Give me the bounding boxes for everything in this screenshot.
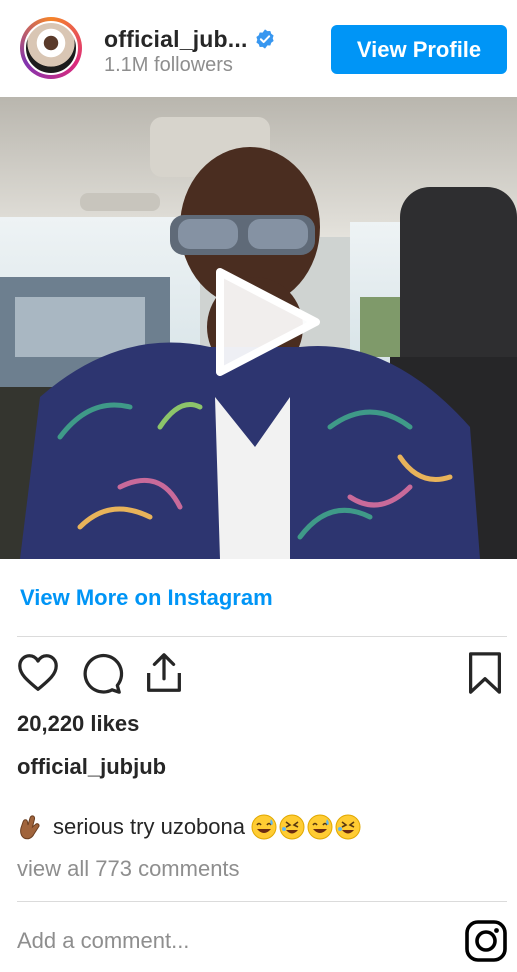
post-caption: serious try uzobona (17, 814, 363, 840)
avatar[interactable] (20, 17, 82, 79)
caption-text: serious try uzobona (53, 814, 245, 839)
play-icon[interactable] (212, 266, 324, 378)
grinning-sweat-emoji (251, 814, 277, 840)
bookmark-icon[interactable] (462, 650, 508, 696)
view-profile-button[interactable]: View Profile (331, 25, 507, 74)
rofl-emoji (335, 814, 361, 840)
add-comment-input[interactable]: Add a comment... (17, 928, 189, 954)
grinning-sweat-emoji (307, 814, 333, 840)
follower-count: 1.1M followers (104, 54, 233, 76)
share-icon[interactable] (141, 650, 187, 696)
view-all-comments-link[interactable]: view all 773 comments (17, 856, 240, 882)
divider (17, 636, 507, 637)
likes-count[interactable]: 20,220 likes (17, 711, 139, 737)
instagram-logo-icon[interactable] (464, 919, 508, 963)
video-thumbnail[interactable] (0, 97, 517, 559)
verified-badge-icon (256, 29, 274, 49)
rofl-emoji (279, 814, 305, 840)
profile-username[interactable]: official_jub... (104, 26, 248, 53)
avatar-image (24, 21, 78, 75)
crossed-fingers-emoji (20, 815, 40, 840)
divider (17, 901, 507, 902)
profile-header: official_jub... 1.1M followers View Prof… (0, 0, 517, 97)
comment-icon[interactable] (78, 650, 124, 696)
caption-username[interactable]: official_jubjub (17, 754, 166, 780)
heart-icon[interactable] (15, 650, 61, 696)
view-more-on-instagram-link[interactable]: View More on Instagram (20, 585, 273, 611)
